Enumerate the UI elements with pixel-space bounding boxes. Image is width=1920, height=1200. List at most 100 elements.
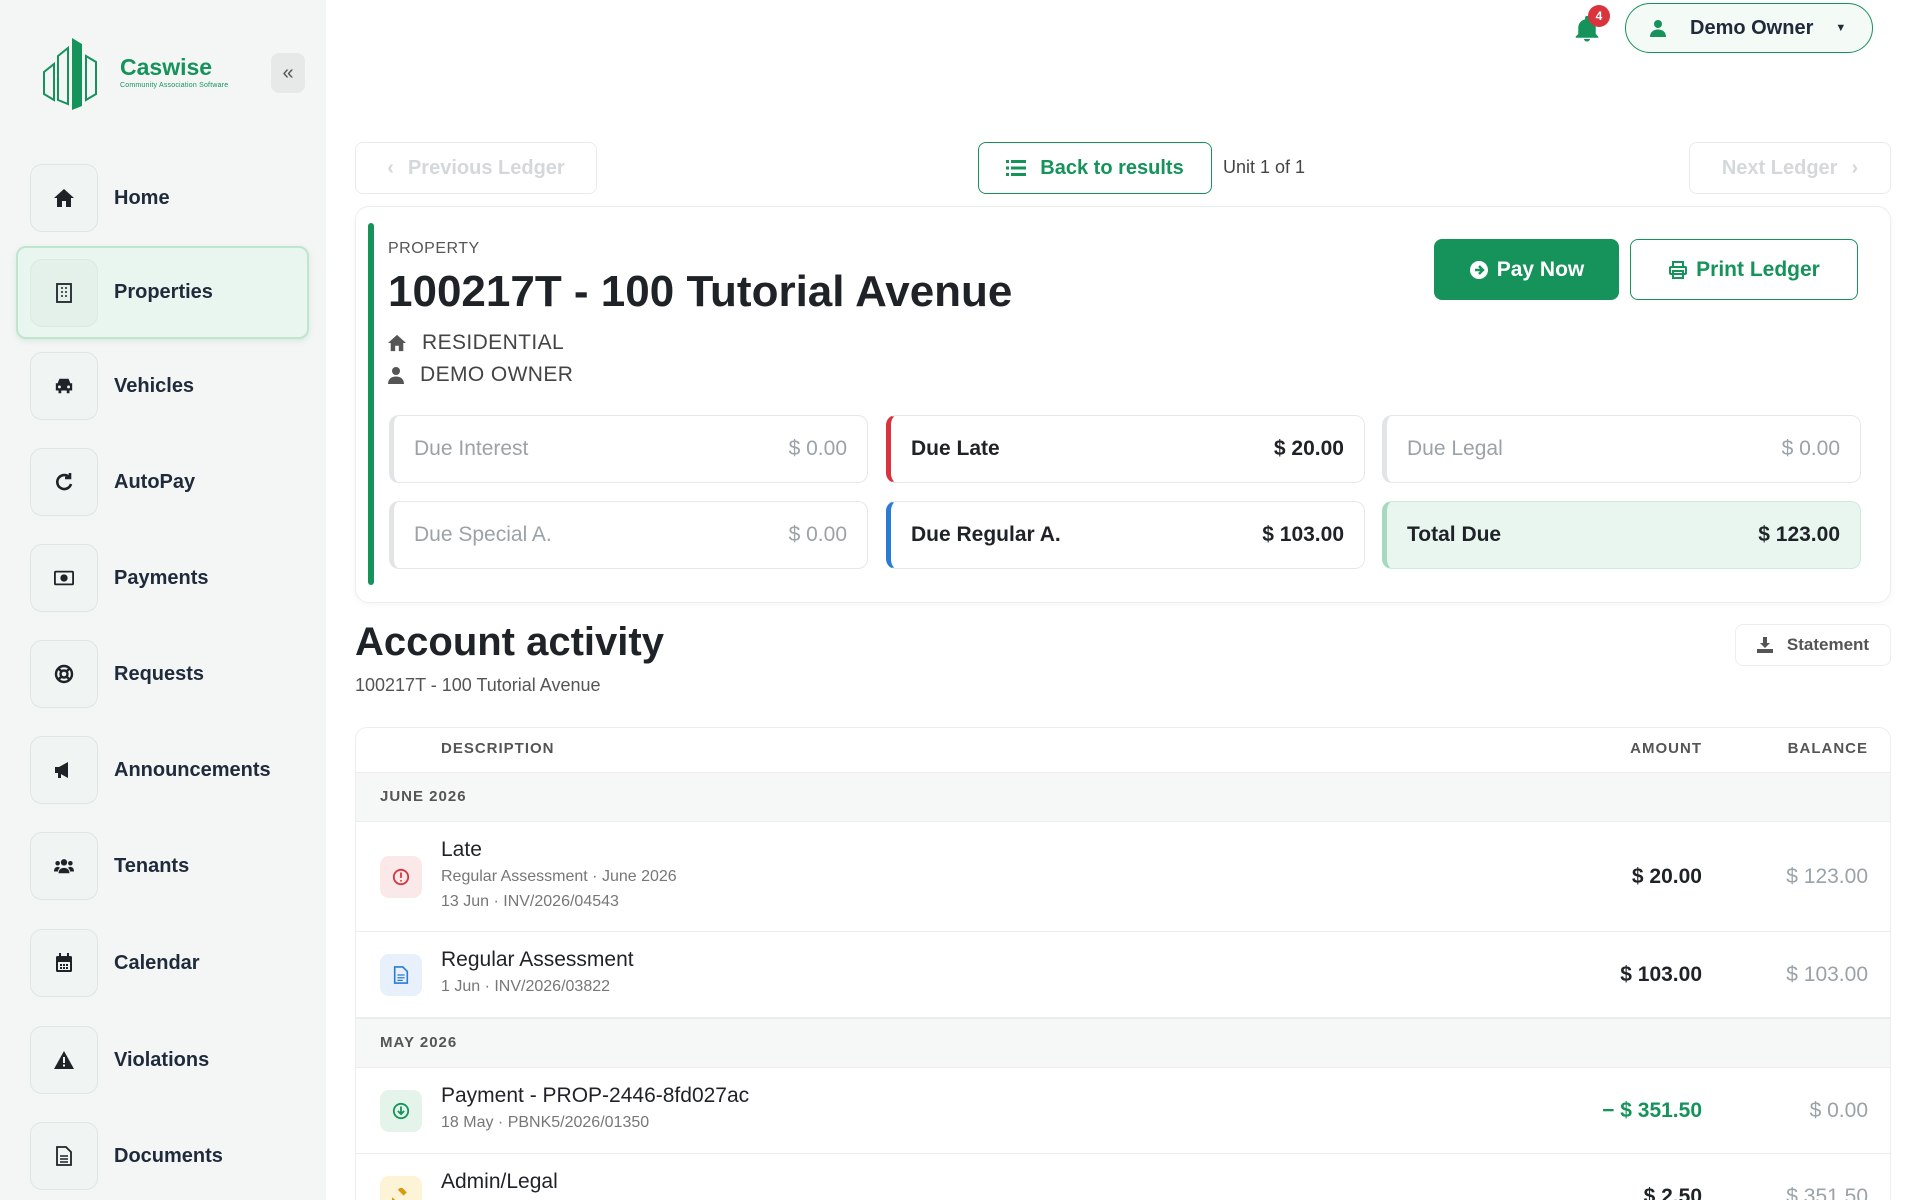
caret-down-icon: ▼ — [1835, 22, 1847, 34]
table-row[interactable]: Admin/Legal $ 2.50 $ 351.50 — [356, 1154, 1890, 1200]
megaphone-icon — [30, 736, 98, 804]
sidebar-item-vehicles[interactable]: Vehicles — [30, 352, 308, 420]
due-label: Due Late — [911, 437, 1000, 460]
user-menu-button[interactable]: Demo Owner ▼ — [1625, 3, 1873, 53]
due-box-due-late: Due Late $ 20.00 — [886, 415, 1365, 483]
alert-circle-icon — [380, 856, 422, 898]
column-header-balance: BALANCE — [1787, 740, 1868, 757]
users-icon — [30, 832, 98, 900]
table-row[interactable]: Late Regular Assessment · June 2026 13 Jun… — [356, 822, 1890, 932]
back-to-results-button[interactable]: Back to results — [978, 142, 1212, 194]
sidebar-item-violations[interactable]: Violations — [30, 1026, 308, 1094]
due-box-due-special-a: Due Special A. $ 0.00 — [389, 501, 868, 569]
car-icon — [30, 352, 98, 420]
payment-icon — [380, 1090, 422, 1132]
sidebar-item-autopay[interactable]: AutoPay — [30, 448, 308, 516]
table-row[interactable]: Regular Assessment 1 Jun · INV/2026/03822… — [356, 932, 1890, 1018]
row-meta: 1 Jun · INV/2026/03822 — [441, 978, 611, 995]
sidebar-item-label: Home — [114, 186, 170, 209]
brand-tagline: Community Association Software — [120, 81, 229, 89]
row-meta-secondary: 13 Jun · INV/2026/04543 — [441, 893, 619, 910]
property-owner: DEMO OWNER — [388, 363, 573, 387]
sidebar-item-label: Calendar — [114, 951, 200, 974]
row-balance: $ 123.00 — [1786, 865, 1868, 888]
sidebar-item-label: Properties — [114, 281, 213, 303]
due-value: $ 0.00 — [788, 523, 847, 546]
sidebar-item-tenants[interactable]: Tenants — [30, 832, 308, 900]
account-activity-title: Account activity — [355, 620, 664, 664]
sidebar-item-label: AutoPay — [114, 470, 196, 493]
due-box-due-legal: Due Legal $ 0.00 — [1382, 415, 1861, 483]
brand-name: Caswise — [120, 53, 213, 80]
due-value: $ 103.00 — [1262, 523, 1344, 546]
due-label: Due Regular A. — [911, 523, 1061, 546]
due-box-due-interest: Due Interest $ 0.00 — [389, 415, 868, 483]
pay-now-button[interactable]: Pay Now — [1434, 239, 1619, 300]
statement-label: Statement — [1786, 635, 1870, 654]
sidebar-item-label: Violations — [114, 1048, 210, 1071]
row-balance: $ 103.00 — [1786, 963, 1868, 986]
property-card: PROPERTY 100217T - 100 Tutorial Avenue R… — [355, 206, 1891, 603]
row-amount: $ 103.00 — [1620, 963, 1702, 986]
calendar-icon — [30, 929, 98, 997]
previous-ledger-button[interactable]: ‹ Previous Ledger — [355, 142, 597, 194]
sidebar-item-properties[interactable]: Properties — [16, 246, 309, 339]
row-meta: Regular Assessment · June 2026 — [441, 868, 677, 885]
sidebar-item-requests[interactable]: Requests — [30, 640, 308, 708]
table-row[interactable]: Payment - PROP-2446-8fd027ac 18 May · PBN… — [356, 1068, 1890, 1154]
activity-table: DESCRIPTION AMOUNT BALANCE JUNE 2026 Late… — [355, 727, 1891, 1200]
brand-logo[interactable]: Caswise Community Association Software — [40, 34, 228, 110]
due-value: $ 0.00 — [1781, 437, 1840, 460]
sidebar-item-label: Vehicles — [114, 374, 195, 397]
property-section-label: PROPERTY — [388, 240, 480, 257]
property-accent-bar — [368, 223, 374, 585]
column-header-description: DESCRIPTION — [441, 740, 555, 757]
sidebar-item-calendar[interactable]: Calendar — [30, 929, 308, 997]
notification-badge: 4 — [1588, 5, 1610, 27]
chevron-left-icon: ‹ — [387, 156, 394, 179]
due-label: Total Due — [1407, 523, 1502, 546]
sidebar-item-label: Requests — [114, 662, 205, 685]
refresh-icon — [30, 448, 98, 516]
arrow-circle-right-icon — [1469, 260, 1488, 279]
document-icon — [30, 1122, 98, 1190]
due-label: Due Interest — [414, 437, 529, 460]
account-activity-subtitle: 100217T - 100 Tutorial Avenue — [355, 675, 601, 695]
row-amount: − $ 351.50 — [1602, 1099, 1702, 1122]
month-group-header: JUNE 2026 — [356, 772, 1890, 822]
property-type-label: RESIDENTIAL — [422, 331, 565, 354]
printer-icon — [1669, 260, 1688, 279]
statement-download-button[interactable]: Statement — [1735, 624, 1891, 666]
due-value: $ 123.00 — [1758, 523, 1840, 546]
gavel-icon — [380, 1176, 422, 1200]
lifebuoy-icon — [30, 640, 98, 708]
collapse-sidebar-button[interactable]: « — [271, 53, 305, 93]
list-icon — [1006, 160, 1027, 176]
double-chevron-left-icon: « — [282, 61, 294, 84]
user-icon — [1650, 20, 1666, 37]
column-header-amount: AMOUNT — [1630, 740, 1702, 757]
download-icon — [1756, 637, 1773, 653]
property-title: 100217T - 100 Tutorial Avenue — [388, 267, 1013, 316]
warning-icon — [30, 1026, 98, 1094]
month-group-label: MAY 2026 — [380, 1034, 458, 1051]
caswise-logo-icon — [43, 38, 97, 110]
home-icon — [388, 334, 406, 352]
row-balance: $ 0.00 — [1809, 1099, 1868, 1122]
sidebar-item-payments[interactable]: Payments — [30, 544, 308, 612]
invoice-icon — [380, 954, 422, 996]
sidebar-item-label: Payments — [114, 566, 209, 589]
next-ledger-label: Next Ledger — [1721, 156, 1838, 179]
row-balance: $ 351.50 — [1786, 1185, 1868, 1200]
sidebar-item-documents[interactable]: Documents — [30, 1122, 308, 1190]
pay-now-label: Pay Now — [1496, 257, 1585, 281]
due-box-due-regular-a: Due Regular A. $ 103.00 — [886, 501, 1365, 569]
user-name: Demo Owner — [1690, 16, 1814, 39]
print-ledger-button[interactable]: Print Ledger — [1630, 239, 1858, 300]
sidebar-item-announcements[interactable]: Announcements — [30, 736, 308, 804]
due-box-total-due: Total Due $ 123.00 — [1382, 501, 1861, 569]
sidebar-item-home[interactable]: Home — [30, 164, 308, 232]
back-to-results-label: Back to results — [1040, 156, 1184, 179]
user-icon — [388, 367, 404, 384]
next-ledger-button[interactable]: Next Ledger › — [1689, 142, 1891, 194]
